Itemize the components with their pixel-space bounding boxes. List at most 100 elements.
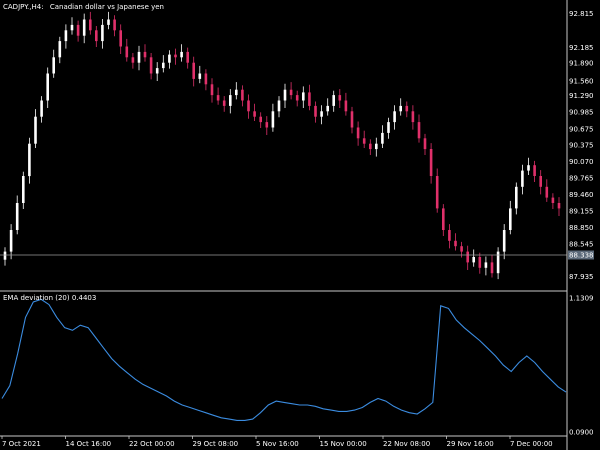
chart-header: CADJPY.,H4: Canadian dollar vs Japanese … bbox=[3, 3, 164, 11]
candle-body bbox=[405, 105, 409, 112]
candle-body bbox=[259, 116, 262, 123]
candle-body bbox=[101, 24, 104, 42]
candle-body bbox=[484, 262, 488, 268]
price-tick-label: 87.935 bbox=[569, 273, 594, 281]
price-tick-label: 89.155 bbox=[569, 207, 594, 215]
price-tick-label: 88.545 bbox=[569, 240, 594, 248]
candle-body bbox=[435, 176, 439, 209]
candle-body bbox=[149, 57, 153, 74]
candle-body bbox=[533, 165, 536, 176]
price-tick-label: 89.765 bbox=[569, 174, 594, 182]
candle-body bbox=[448, 230, 451, 241]
candle-body bbox=[375, 143, 378, 150]
price-tick-label: 90.675 bbox=[569, 125, 594, 133]
candle-body bbox=[64, 30, 68, 42]
time-tick-label: 7 Oct 2021 bbox=[2, 440, 41, 448]
candle-body bbox=[265, 122, 269, 128]
candle-body bbox=[253, 111, 256, 117]
price-tick-label: 92.185 bbox=[569, 44, 594, 52]
candle-body bbox=[22, 176, 25, 203]
candle-body bbox=[155, 68, 159, 74]
chart-symbol: CADJPY.,H4: bbox=[3, 3, 44, 11]
candle-body bbox=[89, 19, 92, 31]
indicator-label: EMA deviation (20) 0.4403 bbox=[3, 294, 96, 302]
candle-body bbox=[399, 105, 402, 112]
candle-body bbox=[551, 197, 555, 203]
candle-body bbox=[58, 41, 62, 58]
candle-body bbox=[362, 138, 366, 144]
candle-body bbox=[454, 240, 457, 247]
candle-body bbox=[143, 51, 147, 58]
candle-body bbox=[521, 170, 524, 187]
candle-body bbox=[557, 203, 561, 209]
candle-body bbox=[107, 19, 110, 25]
price-axis[interactable]: 92.815 92.185 91.890 91.560 91.290 90.985 90.6… bbox=[569, 10, 594, 281]
candle-body bbox=[442, 208, 445, 230]
candle-body bbox=[113, 19, 116, 31]
candle-body bbox=[46, 73, 49, 101]
time-tick-label: 29 Nov 16:00 bbox=[447, 440, 494, 448]
candle-body bbox=[271, 111, 275, 128]
candle-body bbox=[52, 57, 55, 74]
candle-body bbox=[466, 251, 469, 263]
time-tick-label: 5 Nov 16:00 bbox=[256, 440, 299, 448]
price-tick-label: 88.850 bbox=[569, 224, 594, 232]
candle-body bbox=[82, 19, 86, 36]
price-tick-label: 90.985 bbox=[569, 109, 594, 117]
candle-body bbox=[9, 230, 13, 252]
candle-body bbox=[289, 89, 293, 96]
candle-body bbox=[381, 132, 384, 144]
candle-body bbox=[241, 89, 244, 101]
candle-body bbox=[527, 165, 530, 171]
candle-body bbox=[125, 46, 129, 58]
candle-body bbox=[545, 186, 549, 198]
candle-body bbox=[423, 138, 427, 150]
candle-body bbox=[210, 84, 214, 96]
candle-body bbox=[40, 100, 43, 117]
candle-body bbox=[3, 251, 7, 260]
candle-body bbox=[515, 186, 518, 209]
time-tick-label: 22 Oct 00:00 bbox=[129, 440, 175, 448]
candle-body bbox=[283, 89, 287, 101]
candle-body bbox=[216, 95, 220, 101]
candle-body bbox=[509, 208, 512, 230]
price-tick-label: 90.070 bbox=[569, 158, 594, 166]
chart-description: Canadian dollar vs Japanese yen bbox=[50, 3, 164, 11]
candle-body bbox=[308, 92, 311, 106]
candle-body bbox=[338, 95, 342, 101]
candle-body bbox=[320, 111, 323, 117]
indicator-tick-label: 1.1309 bbox=[569, 295, 594, 303]
candle-body bbox=[490, 262, 494, 274]
time-tick-label: 22 Nov 08:00 bbox=[383, 440, 430, 448]
candle-body bbox=[192, 62, 195, 79]
candle-body bbox=[119, 30, 122, 47]
candle-body bbox=[95, 30, 98, 42]
candle-body bbox=[247, 100, 250, 112]
chart-window[interactable]: CADJPY.,H4: Canadian dollar vs Japanese … bbox=[0, 0, 600, 450]
candle-body bbox=[76, 24, 80, 36]
indicator-tick-label: 0.0900 bbox=[569, 429, 594, 437]
price-tick-label: 91.560 bbox=[569, 78, 594, 86]
candle-body bbox=[326, 105, 329, 112]
current-price-label: 88.338 bbox=[569, 252, 594, 260]
candle-body bbox=[411, 111, 415, 123]
candle-body bbox=[34, 116, 37, 144]
candle-body bbox=[332, 95, 335, 106]
price-tick-label: 91.890 bbox=[569, 60, 594, 68]
candle-body bbox=[539, 176, 542, 187]
price-tick-label: 91.290 bbox=[569, 92, 594, 100]
candle-body bbox=[356, 127, 360, 139]
candle-body bbox=[387, 122, 390, 133]
candle-body bbox=[15, 203, 19, 230]
candle-body bbox=[393, 111, 396, 123]
candle-body bbox=[429, 149, 433, 176]
price-tick-label: 90.375 bbox=[569, 142, 594, 150]
time-tick-label: 7 Dec 00:00 bbox=[510, 440, 553, 448]
candle-body bbox=[180, 51, 183, 58]
candle-body bbox=[137, 51, 141, 63]
candle-body bbox=[369, 143, 372, 150]
price-tick-label: 89.460 bbox=[569, 191, 594, 199]
candle-body bbox=[350, 111, 354, 128]
candle-body bbox=[417, 122, 421, 139]
candle-body bbox=[302, 92, 305, 101]
